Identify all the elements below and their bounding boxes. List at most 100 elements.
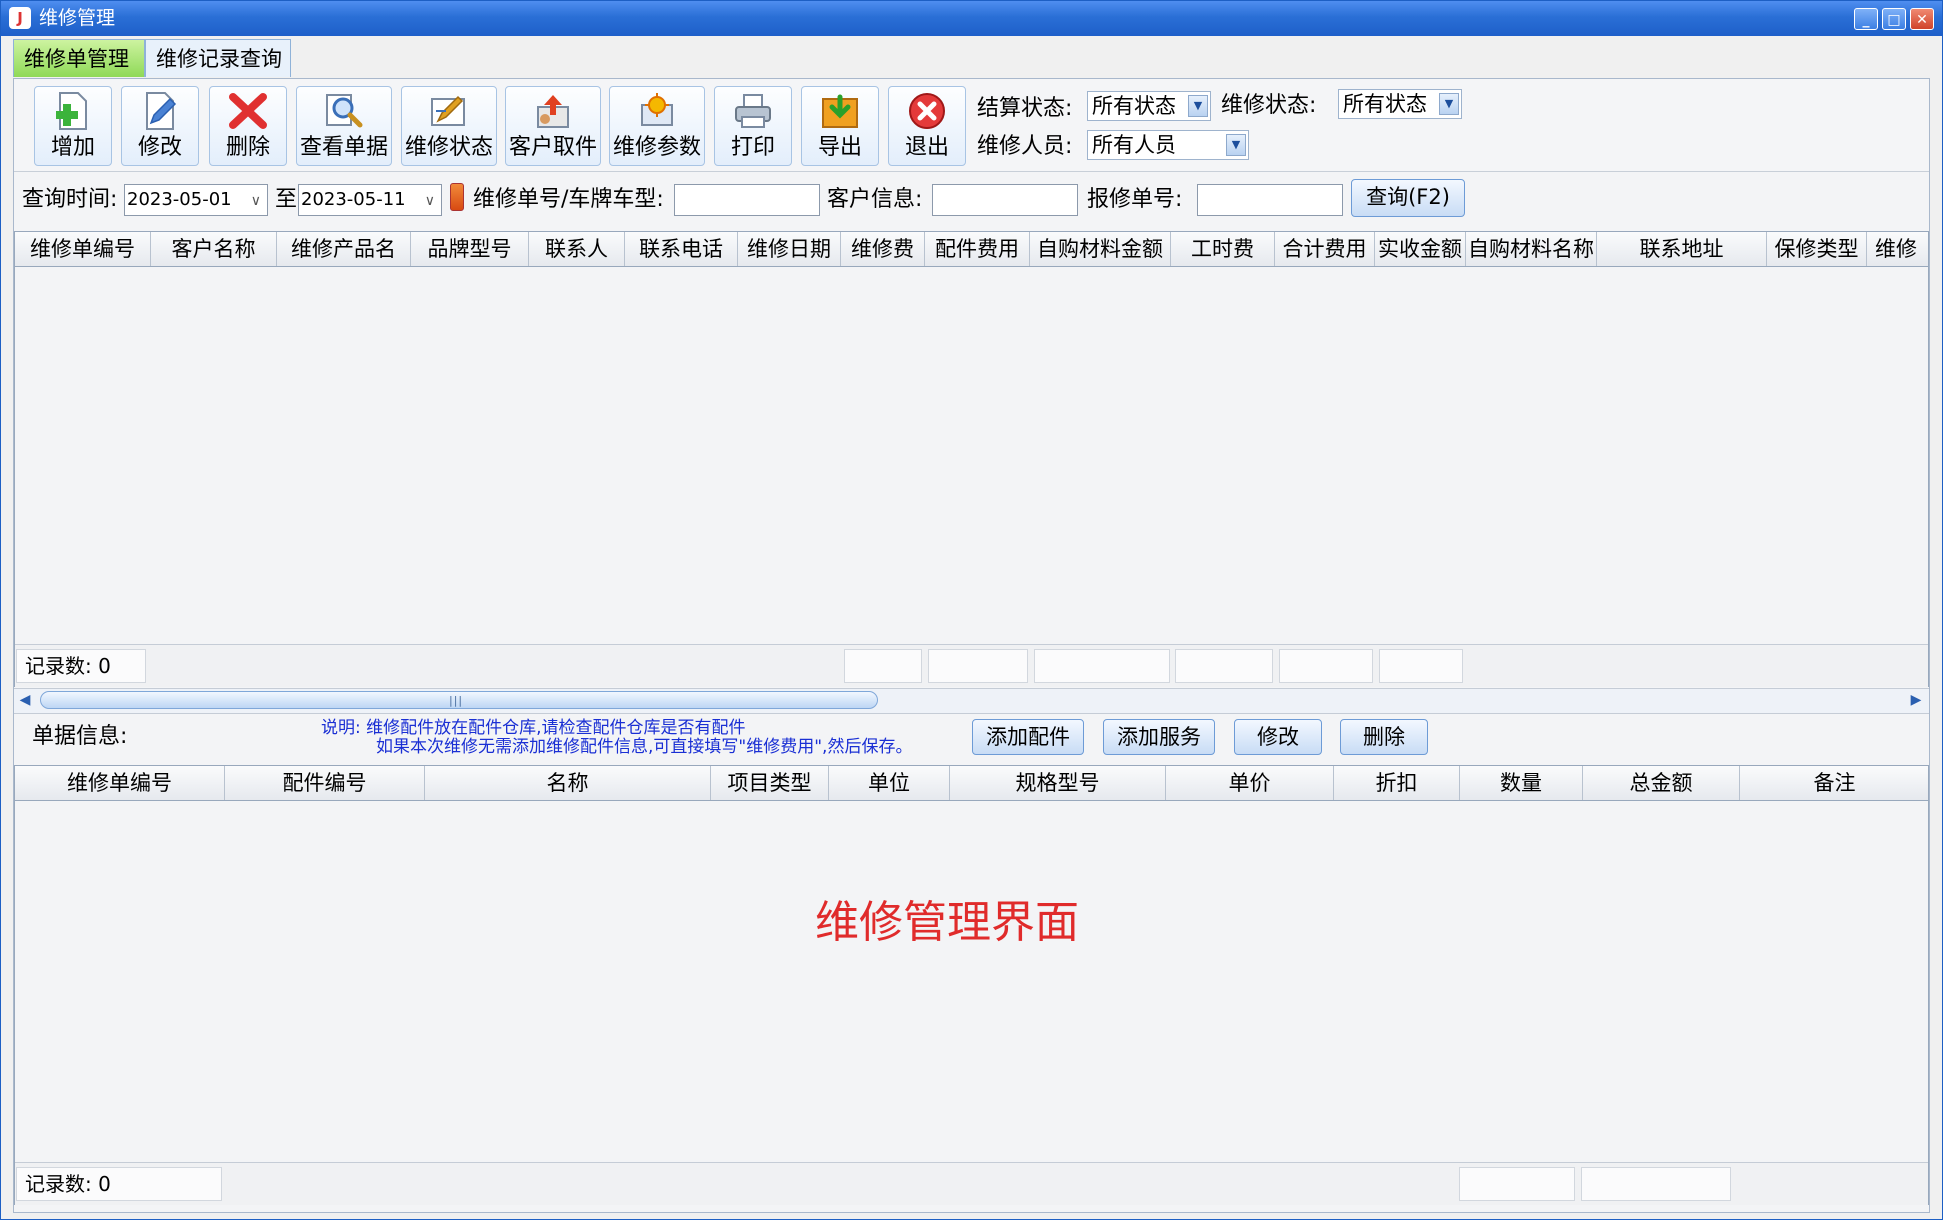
exit-icon (909, 93, 945, 129)
add-document-icon (56, 92, 87, 130)
date-from-value: 2023-05-01 (127, 189, 232, 210)
date-from-picker[interactable]: 2023-05-01 ∨ (124, 184, 268, 216)
grip-icon: ||| (449, 694, 464, 707)
column-header[interactable]: 自购材料金额 (1030, 232, 1171, 266)
column-header[interactable]: 项目类型 (711, 766, 829, 800)
customer-info-label: 客户信息: (827, 187, 923, 212)
date-to-value: 2023-05-11 (301, 189, 406, 210)
repair-params-button[interactable]: 维修参数 (609, 86, 705, 166)
repair-status-button[interactable]: 维修状态 (401, 86, 497, 166)
add-button[interactable]: 增加 (34, 86, 112, 166)
scroll-right-icon[interactable]: ▶ (1907, 691, 1925, 709)
column-header[interactable]: 联系地址 (1597, 232, 1767, 266)
column-header[interactable]: 联系电话 (625, 232, 738, 266)
interface-title-watermark: 维修管理界面 (815, 897, 1079, 948)
column-header[interactable]: 维修日期 (738, 232, 841, 266)
export-button[interactable]: 导出 (801, 86, 879, 166)
maximize-button[interactable]: □ (1882, 8, 1906, 30)
print-button[interactable]: 打印 (714, 86, 792, 166)
tab-repair-record-query[interactable]: 维修记录查询 (145, 39, 291, 77)
summary-cell (1175, 649, 1273, 683)
repair-status-button-label: 维修状态 (404, 135, 493, 160)
scrollbar-thumb[interactable]: ||| (40, 691, 878, 709)
to-label: 至 (275, 187, 298, 212)
repair-status-select[interactable]: 所有状态 ▼ (1338, 89, 1462, 119)
column-header[interactable]: 品牌型号 (411, 232, 529, 266)
chevron-down-icon[interactable]: ∨ (251, 187, 261, 215)
column-header[interactable]: 单位 (829, 766, 950, 800)
column-header[interactable]: 实收金额 (1375, 232, 1466, 266)
column-header[interactable]: 客户名称 (151, 232, 277, 266)
chevron-down-icon[interactable]: ▼ (1226, 134, 1246, 156)
tab-repair-order-management[interactable]: 维修单管理 (13, 39, 145, 77)
summary-cell (1279, 649, 1373, 683)
horizontal-scrollbar[interactable]: ◀ ||| ▶ (14, 688, 1929, 714)
detail-edit-button[interactable]: 修改 (1234, 719, 1322, 755)
parts-detail-grid-footer: 记录数: 0 (15, 1162, 1928, 1205)
printer-icon (735, 94, 771, 128)
summary-cell (1581, 1167, 1731, 1201)
column-header[interactable]: 单价 (1166, 766, 1334, 800)
repair-order-grid[interactable]: 维修单编号 客户名称 维修产品名 品牌型号 联系人 联系电话 维修日期 维修费 … (14, 231, 1929, 687)
customer-pickup-button[interactable]: 客户取件 (505, 86, 601, 166)
chevron-down-icon[interactable]: ▼ (1188, 95, 1208, 117)
exit-button-label: 退出 (904, 135, 949, 160)
column-header[interactable]: 维修单编号 (15, 766, 225, 800)
report-no-label: 报修单号: (1087, 187, 1183, 212)
column-header[interactable]: 数量 (1460, 766, 1583, 800)
column-header[interactable]: 规格型号 (950, 766, 1166, 800)
column-header[interactable]: 备注 (1740, 766, 1928, 800)
calendar-toggle-icon[interactable] (450, 183, 464, 211)
customer-info-input[interactable] (932, 184, 1078, 216)
column-header[interactable]: 自购材料名称 (1466, 232, 1597, 266)
column-header[interactable]: 配件编号 (225, 766, 425, 800)
delete-button[interactable]: 删除 (209, 86, 287, 166)
detail-delete-button[interactable]: 删除 (1340, 719, 1428, 755)
query-button[interactable]: 查询(F2) (1351, 179, 1465, 217)
column-header[interactable]: 合计费用 (1275, 232, 1375, 266)
repair-params-button-label: 维修参数 (612, 135, 701, 160)
column-header[interactable]: 名称 (425, 766, 711, 800)
add-part-button[interactable]: 添加配件 (972, 719, 1084, 755)
record-count: 记录数: 0 (16, 649, 146, 683)
scroll-left-icon[interactable]: ◀ (16, 691, 34, 709)
repair-status-label: 维修状态: (1221, 93, 1317, 118)
column-header[interactable]: 联系人 (529, 232, 625, 266)
exit-button[interactable]: 退出 (888, 86, 966, 166)
repair-staff-select[interactable]: 所有人员 ▼ (1087, 130, 1249, 160)
column-header[interactable]: 工时费 (1171, 232, 1275, 266)
view-document-button[interactable]: 查看单据 (296, 86, 392, 166)
column-header[interactable]: 维修产品名 (277, 232, 411, 266)
edit-button[interactable]: 修改 (121, 86, 199, 166)
column-header[interactable]: 总金额 (1583, 766, 1740, 800)
delete-x-icon (229, 93, 267, 129)
record-count: 记录数: 0 (16, 1167, 222, 1201)
column-header[interactable]: 配件费用 (925, 232, 1030, 266)
minimize-button[interactable]: _ (1854, 8, 1878, 30)
column-header[interactable]: 维修单编号 (15, 232, 151, 266)
document-info-label: 单据信息: (32, 724, 128, 749)
window-title: 维修管理 (39, 7, 116, 29)
date-to-picker[interactable]: 2023-05-11 ∨ (298, 184, 442, 216)
edit-icon (146, 92, 177, 130)
report-no-input[interactable] (1197, 184, 1343, 216)
chevron-down-icon[interactable]: ∨ (425, 187, 435, 215)
settle-status-value: 所有状态 (1092, 94, 1176, 118)
repair-staff-label: 维修人员: (977, 134, 1073, 159)
repair-order-grid-header: 维修单编号 客户名称 维修产品名 品牌型号 联系人 联系电话 维修日期 维修费 … (15, 232, 1928, 267)
delete-button-label: 删除 (225, 135, 270, 160)
order-plate-input[interactable] (674, 184, 820, 216)
settle-status-select[interactable]: 所有状态 ▼ (1087, 91, 1211, 121)
close-button[interactable]: ✕ (1910, 8, 1934, 30)
summary-cell (1459, 1167, 1575, 1201)
column-header[interactable]: 维修费 (841, 232, 925, 266)
add-service-button[interactable]: 添加服务 (1103, 719, 1215, 755)
column-header[interactable]: 维修 (1867, 232, 1928, 266)
settle-status-label: 结算状态: (977, 96, 1073, 121)
add-button-label: 增加 (50, 135, 95, 160)
column-header[interactable]: 保修类型 (1767, 232, 1867, 266)
parts-detail-grid[interactable]: 维修单编号 配件编号 名称 项目类型 单位 规格型号 单价 折扣 数量 总金额 … (14, 765, 1929, 1205)
column-header[interactable]: 折扣 (1334, 766, 1460, 800)
summary-cell (928, 649, 1028, 683)
chevron-down-icon[interactable]: ▼ (1439, 93, 1459, 115)
